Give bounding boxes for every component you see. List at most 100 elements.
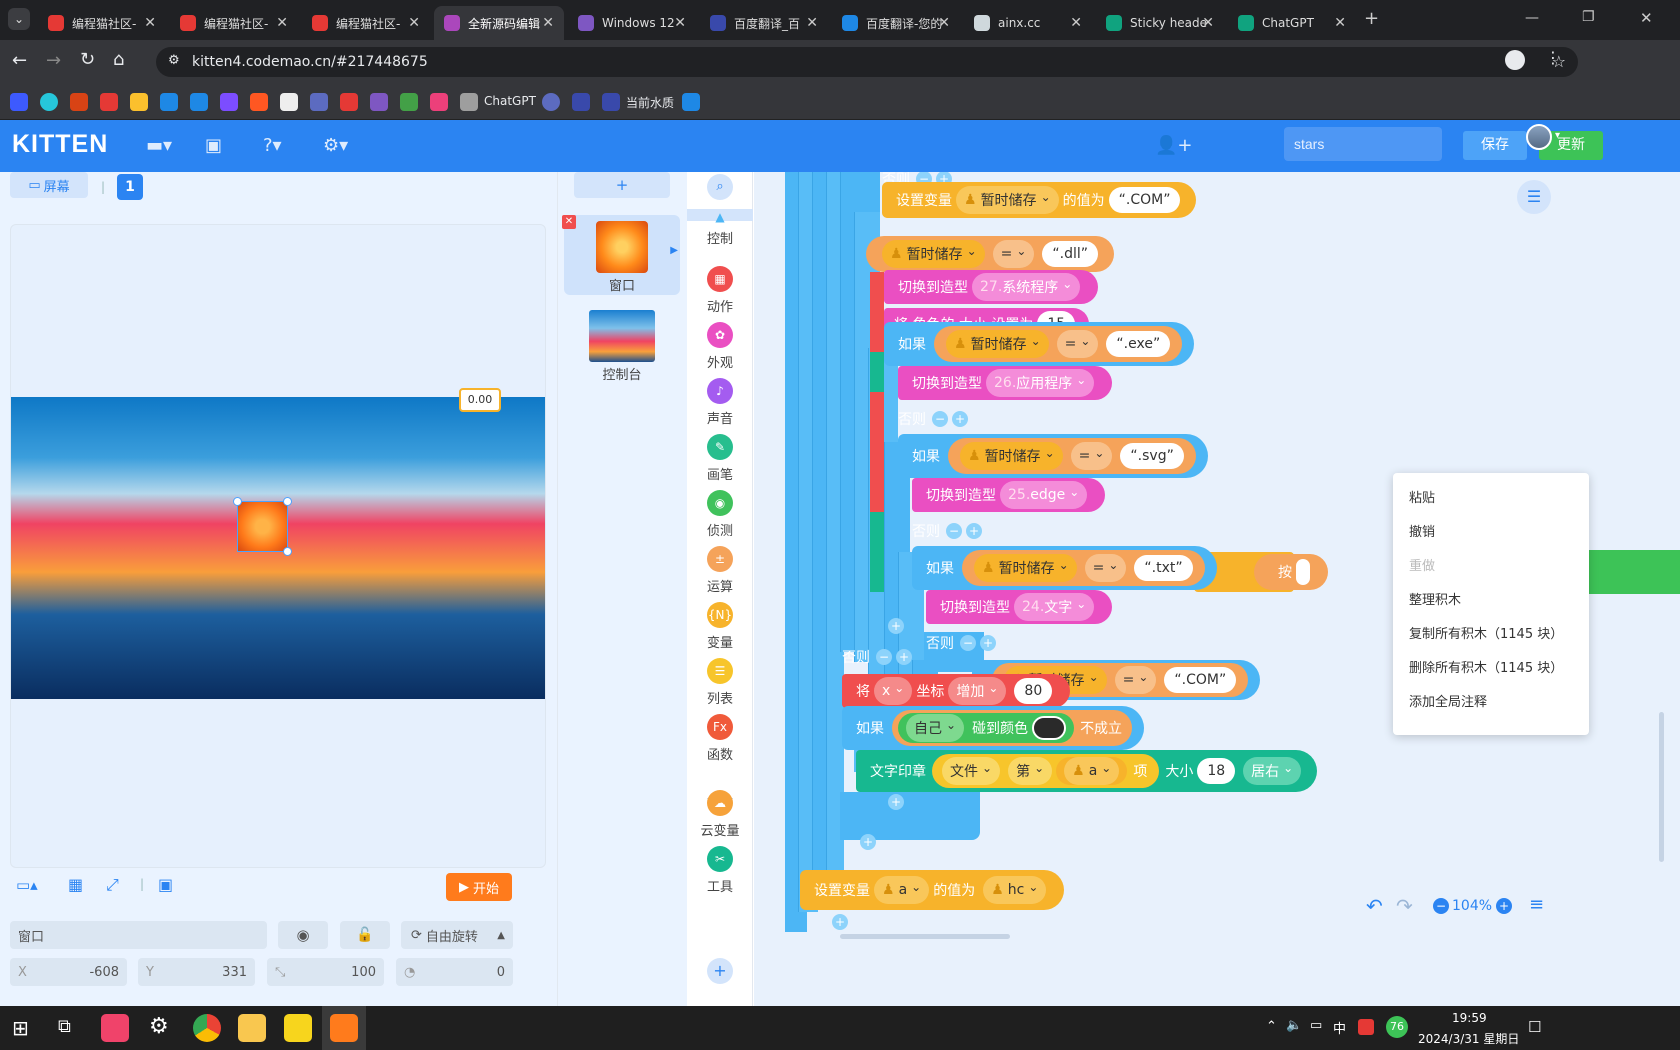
else-row[interactable]: 否则 − + [912, 518, 982, 544]
switch-costume-block[interactable]: 切换到造型 27. 系统程序 [884, 270, 1099, 304]
category-operator[interactable]: ± 运算 [687, 546, 753, 595]
bookmark-water[interactable]: 当前水质 [626, 94, 674, 111]
menu-item-add-comment[interactable]: 添加全局注释 [1409, 691, 1487, 710]
color-swatch[interactable] [1032, 716, 1067, 740]
costume-dropdown[interactable]: 24. 文字 [1014, 593, 1095, 621]
bookmark-icon[interactable] [70, 93, 88, 111]
site-info-icon[interactable]: ⚙ [168, 53, 180, 68]
new-tab-icon[interactable]: + [1364, 8, 1379, 29]
else-row[interactable]: 否则 − + [926, 630, 996, 656]
operator-dropdown[interactable]: = [1084, 554, 1127, 582]
resize-handle[interactable] [233, 497, 242, 506]
project-name-input[interactable] [1284, 127, 1442, 161]
expand-icon[interactable]: + [966, 523, 982, 539]
tab-close-icon[interactable]: ✕ [408, 15, 420, 31]
sprite-name-input[interactable]: 窗口 [10, 921, 267, 949]
tray-app-icon[interactable] [1358, 1019, 1374, 1035]
category-tools[interactable]: ✂ 工具 [687, 846, 753, 895]
zoom-in-icon[interactable]: + [1496, 898, 1512, 914]
zoom-out-icon[interactable]: − [1433, 898, 1449, 914]
category-looks[interactable]: ✿ 外观 [687, 322, 753, 371]
lock-toggle[interactable]: 🔓 [340, 921, 390, 949]
taskbar-app-icon[interactable] [101, 1014, 129, 1042]
browser-tab[interactable]: 编程猫社区- ✕ [38, 6, 166, 40]
avatar[interactable] [1526, 124, 1552, 150]
save-button[interactable]: 保存 [1463, 131, 1527, 160]
stage-canvas[interactable]: 0.00 [10, 224, 546, 868]
axis-dropdown[interactable]: x [874, 677, 913, 705]
number-input[interactable]: 18 [1197, 758, 1236, 784]
restore-icon[interactable]: ❐ [1582, 9, 1595, 25]
block-search-button[interactable]: ☰ [1517, 180, 1551, 214]
bookmark-icon[interactable] [542, 93, 560, 111]
add-block-icon[interactable]: + [888, 618, 904, 634]
browser-tab[interactable]: Sticky heade ✕ [1096, 6, 1224, 40]
string-input[interactable]: “.COM” [1164, 667, 1237, 693]
costume-dropdown[interactable]: 27. 系统程序 [972, 273, 1081, 301]
bookmark-icon[interactable] [40, 93, 58, 111]
add-sprite-button[interactable]: + [574, 172, 670, 198]
browser-tab[interactable]: 百度翻译_百 ✕ [700, 6, 828, 40]
screen-count-badge[interactable]: 1 [117, 174, 143, 200]
resize-handle[interactable] [283, 547, 292, 556]
bookmark-icon[interactable] [430, 93, 448, 111]
operator-dropdown[interactable]: = [1114, 666, 1157, 694]
number-input[interactable]: 80 [1014, 678, 1053, 704]
else-row[interactable]: 否则 − + [898, 406, 968, 432]
text-stamp-block[interactable]: 文字印章 文件 第 ♟a 项 大小 18 居右 [856, 750, 1318, 792]
menu-item-copy-all[interactable]: 复制所有积木（1145 块） [1409, 623, 1563, 642]
costume-dropdown[interactable]: 26. 应用程序 [986, 369, 1095, 397]
sprite-card-window[interactable]: 窗口 ✕ ▶ [562, 215, 680, 295]
bookmark-icon[interactable] [400, 93, 418, 111]
rotation-mode-select[interactable]: ⟳ 自由旋转 ▲ [401, 921, 513, 949]
string-input[interactable]: “.txt” [1134, 555, 1193, 581]
bookmark-icon[interactable] [160, 93, 178, 111]
list-dropdown[interactable]: 文件 [942, 757, 1001, 785]
key-input[interactable] [1296, 559, 1310, 585]
browser-tab[interactable]: 百度翻译-您的 ✕ [832, 6, 960, 40]
browser-tab-active[interactable]: 全新源码编辑 ✕ [434, 6, 564, 40]
x-field[interactable]: X -608 [10, 958, 127, 986]
variable-dropdown[interactable]: ♟暂时储存 [974, 554, 1077, 582]
file-menu-icon[interactable]: ▬▾ [146, 135, 172, 156]
string-input[interactable]: “.svg” [1120, 443, 1184, 469]
sticky-notes-icon[interactable] [284, 1014, 312, 1042]
bookmark-icon[interactable] [190, 93, 208, 111]
stage-size-icon[interactable]: ▭▴ [16, 876, 38, 894]
settings-icon[interactable]: ⚙▾ [323, 135, 348, 156]
category-pen[interactable]: ✎ 画笔 [687, 434, 753, 483]
tray-chevron-icon[interactable]: ⌃ [1266, 1019, 1277, 1034]
if-block[interactable]: 如果 ♟暂时储存 = “.svg” [898, 434, 1208, 478]
key-press-block[interactable]: 按 [1254, 554, 1328, 590]
backpack-icon[interactable]: ▣ [205, 135, 222, 156]
menu-item-clean-up[interactable]: 整理积木 [1409, 589, 1461, 608]
grid-icon[interactable]: ▦ [68, 875, 83, 894]
bookmark-icon[interactable] [280, 93, 298, 111]
menu-item-paste[interactable]: 粘贴 [1409, 487, 1435, 506]
undo-icon[interactable]: ↶ [1366, 894, 1383, 918]
bookmark-icon[interactable] [682, 93, 700, 111]
add-block-icon[interactable]: + [888, 794, 904, 810]
window-close-icon[interactable]: ✕ [1640, 9, 1653, 27]
collapse-icon[interactable]: − [946, 523, 962, 539]
search-blocks-icon[interactable]: ⌕ [707, 174, 733, 200]
browser-tab[interactable]: ainx.cc ✕ [964, 6, 1092, 40]
redo-icon[interactable]: ↷ [1396, 894, 1413, 918]
else-row[interactable]: 否则 − + [842, 644, 912, 670]
operator-dropdown[interactable]: = [1056, 330, 1099, 358]
variable-dropdown[interactable]: ♟ hc [983, 876, 1047, 904]
browser-tab[interactable]: Windows 12 ✕ [568, 6, 696, 40]
direction-field[interactable]: ◔ 0 [396, 958, 513, 986]
set-variable-block[interactable]: 设置变量 ♟暂时储存 的值为 “.COM” [882, 182, 1197, 218]
collapse-icon[interactable]: − [932, 411, 948, 427]
browser-tab[interactable]: ChatGPT ✕ [1228, 6, 1356, 40]
kitten-app-icon[interactable] [330, 1014, 358, 1042]
variable-dropdown[interactable]: ♟暂时储存 [956, 186, 1059, 214]
switch-costume-block[interactable]: 切换到造型 26. 应用程序 [898, 366, 1113, 400]
set-variable-block[interactable]: 设置变量 ♟a 的值为 ♟hc [800, 870, 1065, 910]
operator-dropdown[interactable]: = [1070, 442, 1113, 470]
sprite-expand-icon[interactable]: ▶ [670, 245, 678, 256]
sprite-dropdown[interactable]: 自己 [906, 714, 965, 742]
bookmark-icon[interactable] [10, 93, 28, 111]
home-icon[interactable]: ⌂ [113, 49, 124, 70]
